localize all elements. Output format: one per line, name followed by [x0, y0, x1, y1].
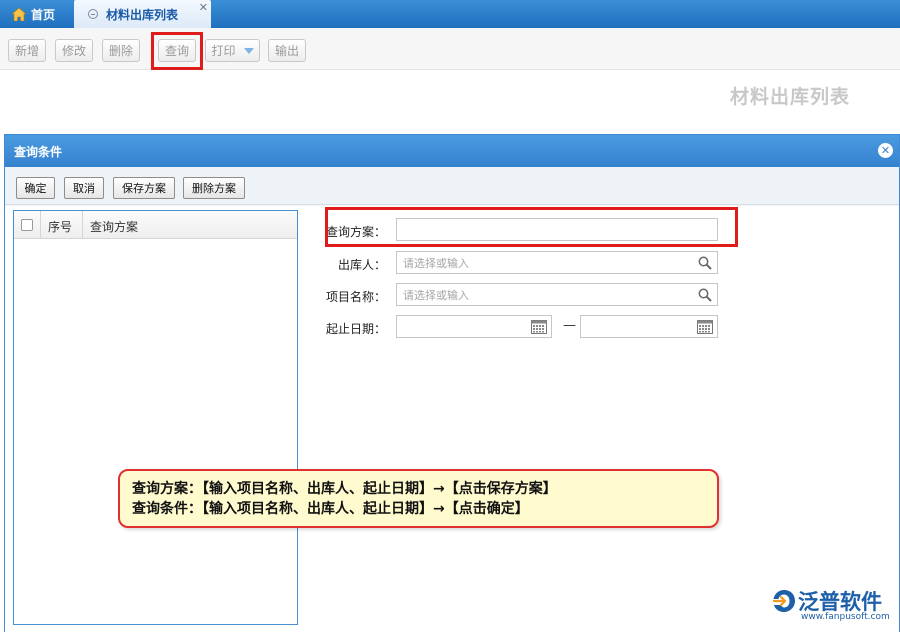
column-divider	[82, 211, 83, 239]
home-icon	[12, 7, 26, 21]
dialog-header: 查询条件 ✕	[5, 135, 899, 167]
issuer-input[interactable]: 请选择或输入	[396, 251, 718, 274]
delete-button[interactable]: 删除	[102, 39, 140, 62]
date-separator: —	[563, 318, 576, 333]
calendar-icon[interactable]	[697, 320, 713, 334]
search-icon[interactable]	[698, 256, 712, 270]
dialog-toolbar: 确定 取消 保存方案 删除方案	[5, 167, 899, 205]
add-button[interactable]: 新增	[8, 39, 46, 62]
instruction-callout: 查询方案：【输入项目名称、出库人、起止日期】→【点击保存方案】 查询条件：【输入…	[118, 469, 719, 528]
calendar-icon[interactable]	[531, 320, 547, 334]
plan-list-header: 序号 查询方案	[14, 211, 297, 239]
tab-bar: 首页 材料出库列表 ✕	[0, 0, 900, 28]
date-start-input[interactable]	[396, 315, 552, 338]
close-dialog-icon[interactable]: ✕	[878, 143, 893, 158]
issuer-placeholder: 请选择或输入	[403, 256, 469, 270]
edit-button[interactable]: 修改	[55, 39, 93, 62]
tab-active-label: 材料出库列表	[106, 7, 179, 22]
date-end-input[interactable]	[580, 315, 718, 338]
main-toolbar: 新增 修改 删除 查询 打印 输出	[0, 28, 900, 70]
issuer-label: 出库人：	[337, 258, 386, 272]
dialog-title: 查询条件	[14, 144, 63, 159]
plan-highlight-box	[325, 207, 738, 247]
print-button[interactable]: 打印	[205, 39, 260, 62]
save-plan-button[interactable]: 保存方案	[113, 177, 175, 199]
brand-logo: 泛普软件 www.fanpusoft.com	[771, 586, 893, 628]
export-button[interactable]: 输出	[268, 39, 306, 62]
project-placeholder: 请选择或输入	[403, 288, 469, 302]
tab-home-label: 首页	[31, 7, 56, 22]
column-divider	[40, 211, 41, 239]
plan-list: 序号 查询方案	[13, 210, 298, 625]
cancel-button[interactable]: 取消	[64, 177, 104, 199]
column-header-index[interactable]: 序号	[48, 218, 72, 235]
date-label: 起止日期：	[325, 322, 386, 336]
close-tab-icon[interactable]: ✕	[199, 1, 208, 14]
project-label: 项目名称：	[325, 290, 386, 304]
tab-home[interactable]: 首页	[0, 0, 73, 28]
search-icon[interactable]	[698, 288, 712, 302]
query-highlight-box	[151, 32, 203, 70]
select-all-checkbox[interactable]	[21, 219, 33, 231]
brand-mark-icon	[772, 590, 795, 612]
chevron-down-icon[interactable]	[243, 47, 254, 54]
tab-status-icon	[88, 9, 98, 19]
brand-url: www.fanpusoft.com	[801, 612, 890, 622]
delete-plan-button[interactable]: 删除方案	[183, 177, 245, 199]
page-title: 材料出库列表	[730, 86, 851, 108]
instruction-line-1: 查询方案：【输入项目名称、出库人、起止日期】→【点击保存方案】	[132, 481, 557, 497]
print-label: 打印	[211, 44, 236, 58]
tab-material-outbound-list[interactable]: 材料出库列表 ✕	[74, 0, 211, 28]
column-header-plan[interactable]: 查询方案	[90, 218, 138, 235]
instruction-line-2: 查询条件：【输入项目名称、出库人、起止日期】→【点击确定】	[132, 501, 529, 517]
confirm-button[interactable]: 确定	[16, 177, 55, 199]
project-input[interactable]: 请选择或输入	[396, 283, 718, 306]
